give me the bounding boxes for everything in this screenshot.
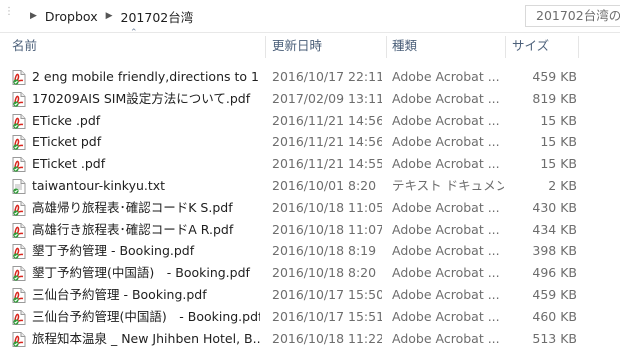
file-date: 2016/10/18 8:19 (272, 243, 377, 259)
column-divider[interactable] (505, 36, 506, 58)
pdf-icon (12, 200, 26, 216)
file-date: 2016/11/21 14:55 (272, 156, 382, 172)
file-size: 513 KB (532, 330, 577, 346)
pdf-icon (12, 135, 26, 151)
file-date: 2016/10/17 15:51 (272, 308, 382, 324)
address-bar[interactable]: ⋮ ▶ Dropbox ▶ 201702台湾 201702台湾の検 (0, 0, 620, 33)
file-size: 460 KB (532, 308, 577, 324)
file-name: 高雄行き旅程表･確認コードA R.pdf (32, 221, 234, 237)
breadcrumb: ▶ Dropbox ▶ 201702台湾 (30, 5, 510, 27)
pdf-icon (12, 113, 26, 129)
pdf-icon (12, 91, 26, 107)
file-type: Adobe Acrobat ... (392, 112, 500, 128)
file-type: Adobe Acrobat ... (392, 330, 500, 346)
file-type: Adobe Acrobat ... (392, 308, 500, 324)
file-row[interactable]: 2 eng mobile friendly,directions to 1...… (0, 66, 620, 88)
column-name[interactable]: 名前 (12, 32, 37, 60)
file-type: Adobe Acrobat ... (392, 243, 500, 259)
file-name: 三仙台予約管理 - Booking.pdf (32, 286, 207, 302)
file-size: 430 KB (532, 199, 577, 215)
file-row[interactable]: 三仙台予約管理(中国語) - Booking.pdf 2016/10/17 15:… (0, 306, 620, 328)
file-name: 三仙台予約管理(中国語) - Booking.pdf (32, 308, 260, 324)
file-size: 398 KB (532, 243, 577, 259)
breadcrumb-item-current-folder[interactable]: 201702台湾 (121, 7, 194, 26)
sort-ascending-icon: ⌃ (130, 28, 138, 38)
chevron-right-icon[interactable]: ▶ (106, 11, 113, 21)
breadcrumb-item-dropbox[interactable]: Dropbox (45, 9, 98, 24)
file-row[interactable]: ETicke .pdf 2016/11/21 14:56 Adobe Acrobat… (0, 110, 620, 132)
file-size: 819 KB (532, 90, 577, 106)
file-date: 2016/10/18 11:22 (272, 330, 382, 346)
file-row[interactable]: 高雄行き旅程表･確認コードA R.pdf 2016/10/18 11:07 Adob… (0, 219, 620, 241)
txt-icon (12, 178, 26, 194)
file-row[interactable]: 高雄帰り旅程表･確認コードK S.pdf 2016/10/18 11:05 Adob… (0, 197, 620, 219)
file-date: 2016/10/17 22:11 (272, 69, 382, 84)
file-name: 170209AIS SIM設定方法について.pdf (32, 90, 251, 106)
file-type: テキスト ドキュメント (392, 177, 504, 193)
file-date: 2017/02/09 13:11 (272, 90, 382, 106)
file-name: 2 eng mobile friendly,directions to 1... (32, 69, 260, 84)
column-divider[interactable] (578, 36, 579, 58)
file-type: Adobe Acrobat ... (392, 199, 500, 215)
file-row[interactable]: taiwantour-kinkyu.txt 2016/10/01 8:20 テキスト… (0, 175, 620, 197)
file-type: Adobe Acrobat ... (392, 156, 500, 172)
column-divider[interactable] (265, 36, 266, 58)
pdf-icon (12, 331, 26, 347)
file-row[interactable]: 墾丁予約管理(中国語) - Booking.pdf 2016/10/18 8:20… (0, 262, 620, 284)
file-name: 高雄帰り旅程表･確認コードK S.pdf (32, 199, 233, 215)
file-name: 墾丁予約管理(中国語) - Booking.pdf (32, 265, 250, 281)
file-size: 15 KB (540, 156, 577, 172)
column-divider[interactable] (386, 36, 387, 58)
file-date: 2016/10/17 15:50 (272, 286, 382, 302)
file-row[interactable]: 旅程知本温泉 _ New Jhihben Hotel, B... 2016/10/… (0, 328, 620, 350)
column-header: ⌃ 名前 更新日時 種類 サイズ (0, 28, 620, 60)
pdf-icon (12, 266, 26, 282)
file-name: taiwantour-kinkyu.txt (32, 177, 166, 193)
file-date: 2016/10/18 11:07 (272, 221, 382, 237)
file-list: 2 eng mobile friendly,directions to 1...… (0, 66, 620, 349)
file-name: ETicket pdf (32, 134, 102, 150)
file-name: ETicke .pdf (32, 112, 101, 128)
pdf-icon (12, 309, 26, 325)
file-date: 2016/11/21 14:56 (272, 112, 382, 128)
file-type: Adobe Acrobat ... (392, 265, 500, 281)
file-row[interactable]: 墾丁予約管理 - Booking.pdf 2016/10/18 8:19 Adobe… (0, 240, 620, 262)
file-size: 2 KB (548, 177, 577, 193)
overflow-dots: ⋮ (4, 6, 15, 17)
file-row[interactable]: 三仙台予約管理 - Booking.pdf 2016/10/17 15:50 Ado… (0, 284, 620, 306)
pdf-icon (12, 222, 26, 238)
file-type: Adobe Acrobat ... (392, 286, 500, 302)
file-type: Adobe Acrobat ... (392, 90, 500, 106)
file-name: ETicket .pdf (32, 156, 106, 172)
pdf-icon (12, 157, 26, 173)
pdf-icon (12, 244, 26, 260)
chevron-right-icon[interactable]: ▶ (30, 11, 37, 21)
file-type: Adobe Acrobat ... (392, 134, 500, 150)
file-name: 墾丁予約管理 - Booking.pdf (32, 243, 195, 259)
file-size: 15 KB (540, 134, 577, 150)
file-row[interactable]: ETicket pdf 2016/11/21 14:56 Adobe Acrobat… (0, 131, 620, 153)
file-type: Adobe Acrobat ... (392, 69, 500, 84)
file-row[interactable]: 170209AIS SIM設定方法について.pdf 2017/02/09 13:1… (0, 88, 620, 110)
file-type: Adobe Acrobat ... (392, 221, 500, 237)
column-date[interactable]: 更新日時 (272, 32, 322, 60)
file-size: 459 KB (532, 69, 577, 84)
file-size: 459 KB (532, 286, 577, 302)
file-name: 旅程知本温泉 _ New Jhihben Hotel, B... (32, 330, 260, 346)
file-size: 15 KB (540, 112, 577, 128)
pdf-icon (12, 287, 26, 303)
column-type[interactable]: 種類 (392, 32, 417, 60)
file-date: 2016/11/21 14:56 (272, 134, 382, 150)
file-date: 2016/10/01 8:20 (272, 177, 377, 193)
file-row[interactable]: ETicket .pdf 2016/11/21 14:55 Adobe Acroba… (0, 153, 620, 175)
file-date: 2016/10/18 11:05 (272, 199, 382, 215)
file-date: 2016/10/18 8:20 (272, 265, 377, 281)
file-size: 434 KB (532, 221, 577, 237)
pdf-icon (12, 70, 26, 85)
file-size: 496 KB (532, 265, 577, 281)
column-size[interactable]: サイズ (512, 32, 549, 60)
search-input[interactable]: 201702台湾の検 (525, 5, 620, 27)
